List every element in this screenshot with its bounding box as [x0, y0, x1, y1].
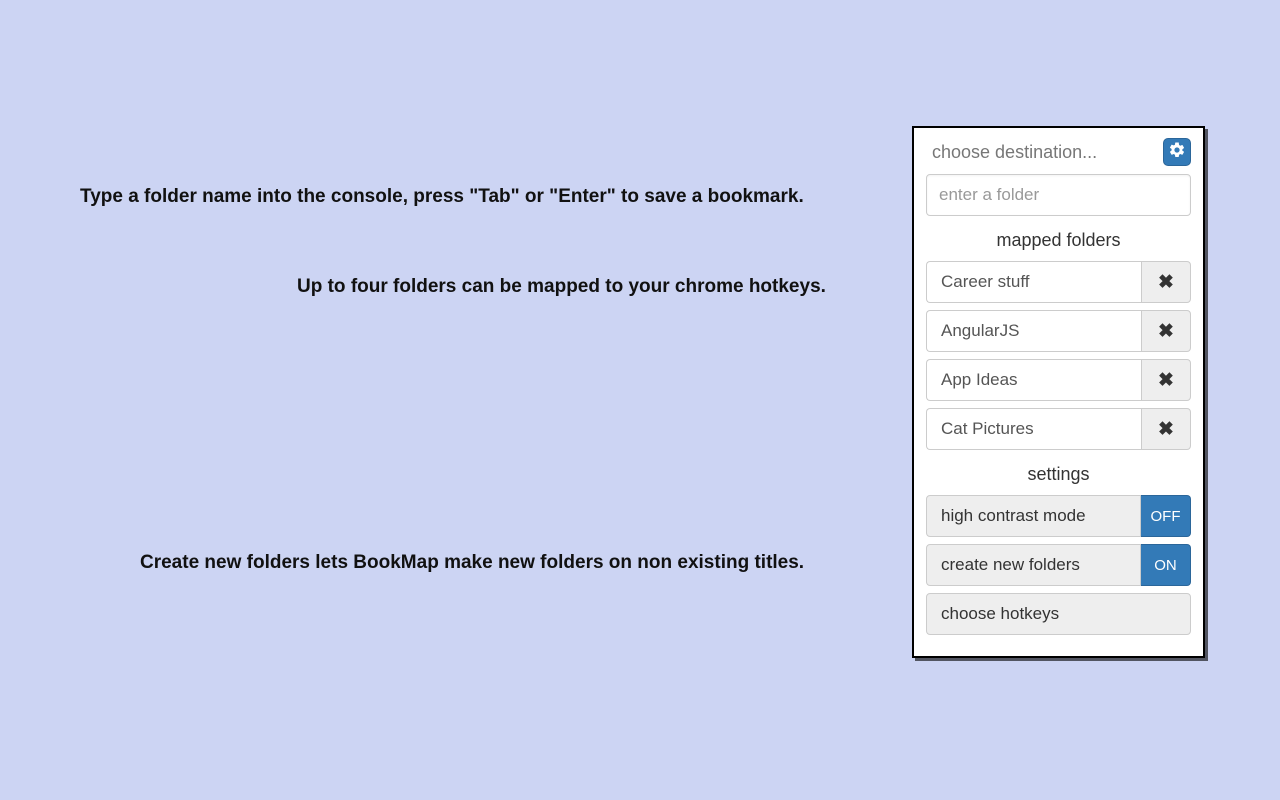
- bookmap-panel: choose destination... mapped folders Car…: [912, 126, 1205, 658]
- instruction-1: Type a folder name into the console, pre…: [80, 186, 804, 208]
- instruction-3: Create new folders lets BookMap make new…: [140, 552, 804, 574]
- remove-folder-button[interactable]: ✖: [1141, 310, 1191, 352]
- close-icon: ✖: [1158, 320, 1174, 343]
- mapped-folder-row: Cat Pictures ✖: [926, 408, 1191, 450]
- choose-destination-label: choose destination...: [926, 142, 1097, 163]
- folder-input[interactable]: [926, 174, 1191, 216]
- mapped-folder-row: AngularJS ✖: [926, 310, 1191, 352]
- setting-high-contrast: high contrast mode OFF: [926, 495, 1191, 537]
- mapped-folders-heading: mapped folders: [926, 230, 1191, 251]
- mapped-folder-name[interactable]: App Ideas: [926, 359, 1141, 401]
- close-icon: ✖: [1158, 369, 1174, 392]
- mapped-folder-name[interactable]: AngularJS: [926, 310, 1141, 352]
- choose-hotkeys-button[interactable]: choose hotkeys: [926, 593, 1191, 635]
- setting-high-contrast-toggle[interactable]: OFF: [1141, 495, 1191, 537]
- settings-gear-button[interactable]: [1163, 138, 1191, 166]
- setting-create-folders-label[interactable]: create new folders: [926, 544, 1141, 586]
- setting-choose-hotkeys: choose hotkeys: [926, 593, 1191, 635]
- instruction-2: Up to four folders can be mapped to your…: [297, 276, 826, 298]
- panel-header: choose destination...: [926, 138, 1191, 166]
- mapped-folder-row: Career stuff ✖: [926, 261, 1191, 303]
- mapped-folder-name[interactable]: Cat Pictures: [926, 408, 1141, 450]
- mapped-folder-row: App Ideas ✖: [926, 359, 1191, 401]
- mapped-folder-name[interactable]: Career stuff: [926, 261, 1141, 303]
- remove-folder-button[interactable]: ✖: [1141, 408, 1191, 450]
- close-icon: ✖: [1158, 271, 1174, 294]
- setting-create-folders-toggle[interactable]: ON: [1141, 544, 1191, 586]
- setting-create-folders: create new folders ON: [926, 544, 1191, 586]
- settings-heading: settings: [926, 464, 1191, 485]
- remove-folder-button[interactable]: ✖: [1141, 359, 1191, 401]
- setting-high-contrast-label[interactable]: high contrast mode: [926, 495, 1141, 537]
- gear-icon: [1168, 141, 1186, 164]
- remove-folder-button[interactable]: ✖: [1141, 261, 1191, 303]
- close-icon: ✖: [1158, 418, 1174, 441]
